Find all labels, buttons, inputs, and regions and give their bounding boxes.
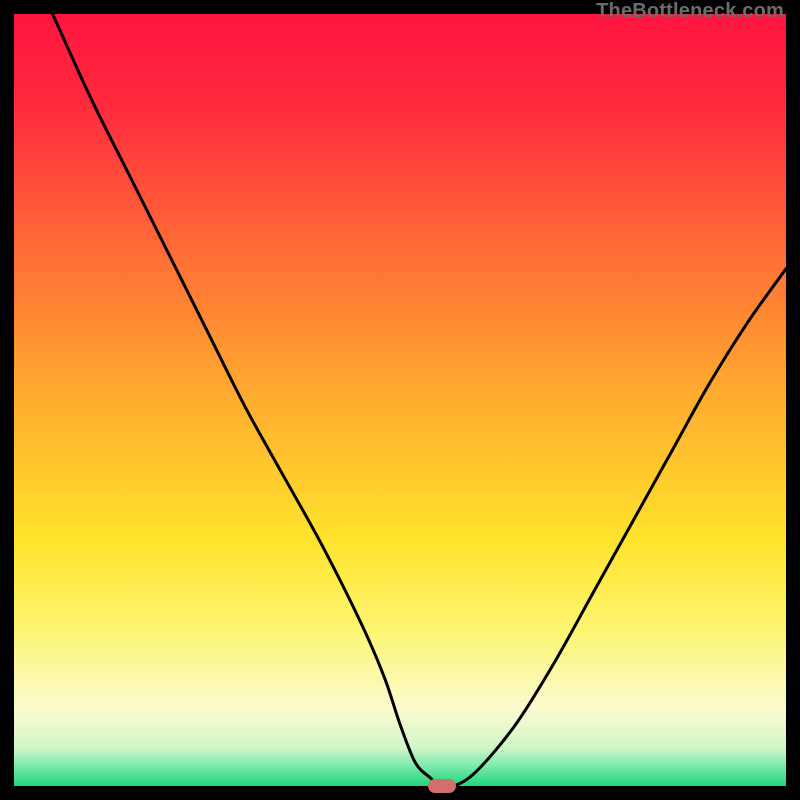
- watermark-text: TheBottleneck.com: [596, 0, 784, 23]
- optimal-point-marker: [428, 779, 456, 793]
- gradient-background: [14, 14, 786, 786]
- bottleneck-chart: [14, 14, 786, 786]
